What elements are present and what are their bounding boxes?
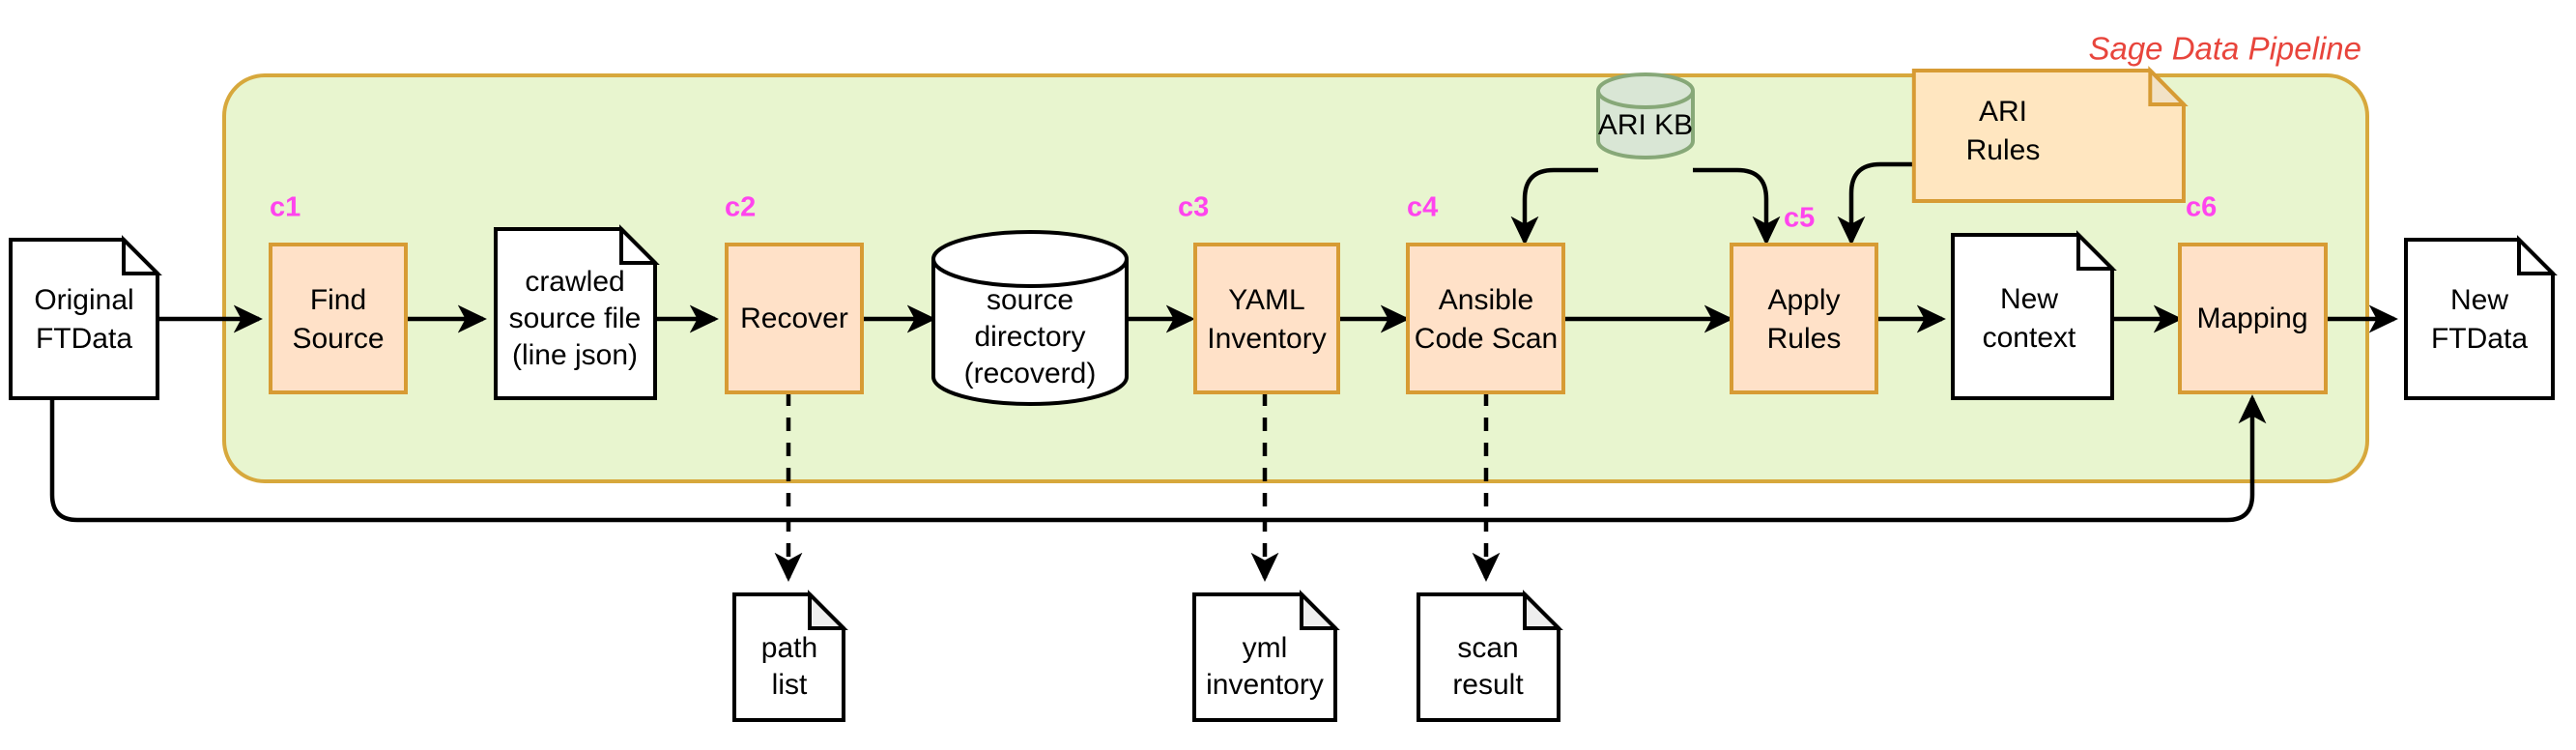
crawled-label-line3: (line json) <box>512 339 638 371</box>
new-ftdata-label-line2: FTData <box>2431 323 2528 355</box>
apply-rules-label-line1: Apply <box>1767 284 1840 316</box>
new-context-label-line1: New <box>2000 283 2058 315</box>
new-context-label-line2: context <box>1983 322 2076 354</box>
tag-c4: c4 <box>1407 192 1438 223</box>
ari-kb-label: ARI KB <box>1598 109 1693 141</box>
tag-c6: c6 <box>2186 192 2217 223</box>
ari-rules-label-line1: ARI <box>1979 96 2027 128</box>
node-crawled-source-file[interactable]: crawled source file (line json) <box>494 224 660 400</box>
yaml-inventory-label-line1: YAML <box>1228 284 1304 316</box>
node-scan-result[interactable]: scan result <box>1417 590 1563 722</box>
new-ftdata-label-line1: New <box>2450 284 2508 316</box>
node-new-ftdata[interactable]: New FTData <box>2404 235 2558 400</box>
path-list-label-line2: list <box>772 669 808 701</box>
recover-label: Recover <box>740 303 848 334</box>
mapping-label: Mapping <box>2196 303 2307 334</box>
node-recover[interactable]: Recover <box>725 243 864 394</box>
node-ansible-code-scan[interactable]: Ansible Code Scan <box>1406 243 1565 394</box>
node-original-ftdata[interactable]: Original FTData <box>9 235 162 400</box>
source-directory-label-line1: source <box>987 284 1073 316</box>
yml-inventory-label-line1: yml <box>1243 632 1288 664</box>
tag-c3: c3 <box>1178 192 1209 223</box>
find-source-label-line2: Source <box>292 323 384 355</box>
tag-c1: c1 <box>270 192 301 223</box>
apply-rules-label-line2: Rules <box>1767 323 1842 355</box>
node-path-list[interactable]: path list <box>732 590 848 722</box>
original-ftdata-label-line2: FTData <box>36 323 132 355</box>
diagram-canvas: Sage Data Pipeline Original FTData c1 Fi… <box>0 0 2576 750</box>
crawled-label-line1: crawled <box>525 266 624 298</box>
ansible-label-line1: Ansible <box>1439 284 1533 316</box>
ansible-label-line2: Code Scan <box>1415 323 1558 355</box>
pipeline-diagram: Sage Data Pipeline Original FTData c1 Fi… <box>9 31 2558 722</box>
yaml-inventory-label-line2: Inventory <box>1207 323 1326 355</box>
node-ari-rules[interactable]: ARI Rules <box>1911 66 2189 203</box>
node-yml-inventory[interactable]: yml inventory <box>1192 590 1340 722</box>
node-apply-rules[interactable]: Apply Rules <box>1730 243 1878 394</box>
tag-c2: c2 <box>725 192 756 223</box>
crawled-label-line2: source file <box>509 303 642 334</box>
source-directory-label-line3: (recoverd) <box>964 358 1097 389</box>
source-directory-label-line2: directory <box>974 321 1085 353</box>
find-source-label-line1: Find <box>310 284 366 316</box>
node-source-directory[interactable]: source directory (recoverd) <box>931 230 1129 406</box>
original-ftdata-label-line1: Original <box>34 284 133 316</box>
node-yaml-inventory[interactable]: YAML Inventory <box>1193 243 1340 394</box>
node-new-context[interactable]: New context <box>1951 230 2117 400</box>
node-mapping[interactable]: Mapping <box>2178 243 2328 394</box>
node-ari-kb[interactable]: ARI KB <box>1596 72 1695 159</box>
ari-rules-label-line2: Rules <box>1966 134 2041 166</box>
path-list-label-line1: path <box>761 632 817 664</box>
yml-inventory-label-line2: inventory <box>1206 669 1324 701</box>
node-find-source[interactable]: Find Source <box>269 243 408 394</box>
diagram-title: Sage Data Pipeline <box>2088 31 2361 67</box>
tag-c5: c5 <box>1784 203 1815 234</box>
scan-result-label-line2: result <box>1452 669 1524 701</box>
scan-result-label-line1: scan <box>1457 632 1518 664</box>
